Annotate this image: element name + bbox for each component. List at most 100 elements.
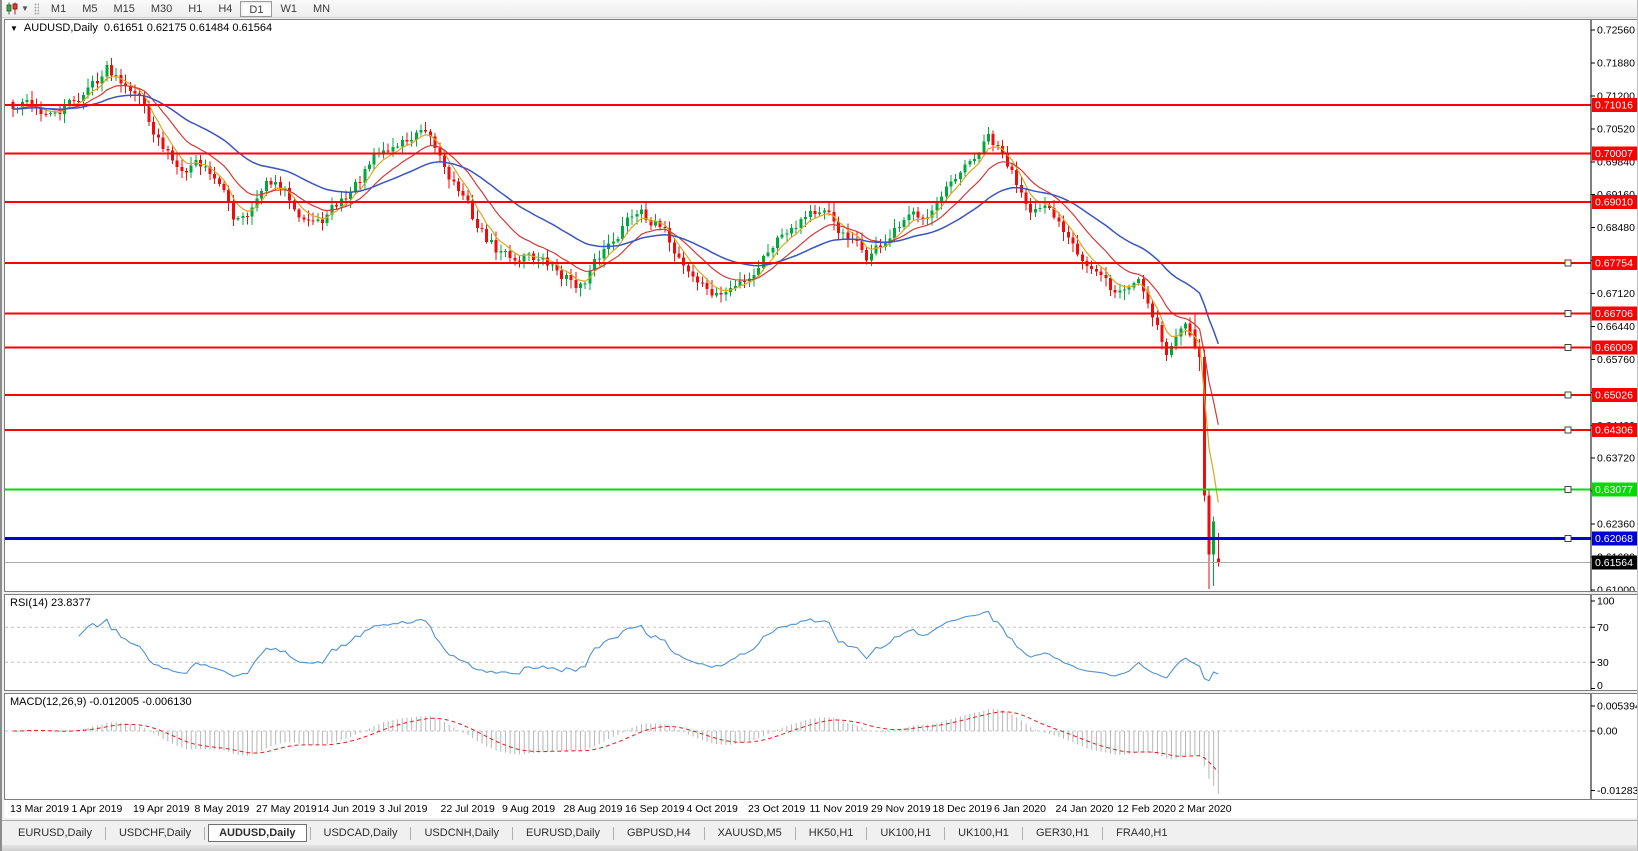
timeframe-button-d1[interactable]: D1 — [240, 1, 272, 17]
hline-handle — [1565, 260, 1571, 266]
svg-text:0.70007: 0.70007 — [1595, 148, 1633, 160]
svg-text:0.005394: 0.005394 — [1597, 701, 1637, 713]
svg-text:0.65026: 0.65026 — [1595, 389, 1633, 401]
rsi-label: RSI(14) 23.8377 — [10, 597, 91, 609]
svg-text:100: 100 — [1597, 596, 1615, 608]
time-axis-label: 9 Aug 2019 — [502, 803, 555, 815]
hline-handle — [1565, 311, 1571, 317]
svg-text:0.61564: 0.61564 — [1595, 557, 1633, 569]
chevron-down-icon: ▼ — [21, 4, 29, 13]
svg-text:0.62360: 0.62360 — [1597, 519, 1635, 531]
hline-0.67754[interactable] — [5, 260, 1591, 266]
time-axis-label: 11 Nov 2019 — [810, 803, 869, 815]
triangle-down-icon[interactable]: ▼ — [10, 24, 18, 33]
time-axis[interactable]: 13 Mar 20191 Apr 201919 Apr 20198 May 20… — [4, 800, 1638, 818]
hline-price-labels: 0.71016 0.70007 0.69010 0.67754 0.66706 0.660… — [1592, 98, 1637, 570]
chart-tab-gbpusd-h4-6[interactable]: GBPUSD,H4 — [617, 824, 701, 842]
svg-text:0.67120: 0.67120 — [1597, 288, 1635, 300]
svg-text:0.71880: 0.71880 — [1597, 57, 1635, 69]
time-axis-label: 19 Apr 2019 — [133, 803, 190, 815]
chart-tool-button[interactable]: ▼ — [2, 1, 32, 17]
hline-0.63077[interactable] — [5, 486, 1591, 492]
toolbar-grip[interactable] — [34, 3, 39, 15]
timeframe-button-m5[interactable]: M5 — [74, 1, 105, 17]
macd-panel[interactable]: 0.005394 0.00 -0.01283 MACD(12,26,9) -0.01… — [4, 693, 1638, 800]
svg-text:30: 30 — [1597, 657, 1609, 669]
chart-symbol-label: AUDUSD,Daily — [24, 22, 98, 34]
hline-0.65026[interactable] — [5, 392, 1591, 398]
candles — [12, 58, 1220, 589]
hline-0.64306[interactable] — [5, 427, 1591, 433]
candlestick-chart[interactable]: 0.725600.718800.712000.705200.698400.691… — [5, 20, 1637, 591]
svg-text:70: 70 — [1597, 622, 1609, 634]
tab-separator — [204, 827, 205, 840]
time-axis-label: 3 Jul 2019 — [379, 803, 427, 815]
time-axis-label: 13 Mar 2019 — [10, 803, 69, 815]
chart-tab-bar: EURUSD,Daily USDCHF,Daily AUDUSD,Daily USDC… — [2, 820, 1637, 845]
chart-tab-xauusd-m5-7[interactable]: XAUUSD,M5 — [708, 824, 792, 842]
timeframe-buttons: M1M5M15M30H1H4D1W1MN — [43, 1, 338, 17]
candlestick-chart-icon — [5, 2, 19, 15]
svg-text:0.66009: 0.66009 — [1595, 342, 1633, 354]
chart-tab-eurusd-daily-0[interactable]: EURUSD,Daily — [8, 824, 102, 842]
horizontal-lines — [5, 105, 1591, 541]
svg-text:0.69010: 0.69010 — [1595, 196, 1633, 208]
hline-handle — [1565, 392, 1571, 398]
time-axis-label: 8 May 2019 — [195, 803, 250, 815]
chart-tab-usdcnh-daily-4[interactable]: USDCNH,Daily — [414, 824, 509, 842]
timeframe-button-m30[interactable]: M30 — [143, 1, 180, 17]
chart-tab-usdcad-daily-3[interactable]: USDCAD,Daily — [314, 824, 408, 842]
hline-handle — [1565, 535, 1571, 541]
hline-0.62068[interactable] — [5, 535, 1591, 541]
svg-text:0.64306: 0.64306 — [1595, 424, 1633, 436]
tab-separator — [1102, 827, 1103, 840]
svg-text:0.61000: 0.61000 — [1597, 585, 1635, 592]
svg-text:0.66706: 0.66706 — [1595, 308, 1633, 320]
chart-ohlc-values: 0.61651 0.62175 0.61484 0.61564 — [104, 22, 272, 34]
time-axis-label: 29 Nov 2019 — [871, 803, 931, 815]
timeframe-button-m15[interactable]: M15 — [105, 1, 142, 17]
ma-slow-line — [13, 95, 1218, 344]
chart-tab-fra40-h1-12[interactable]: FRA40,H1 — [1106, 824, 1177, 842]
chart-tab-uk100-h1-10[interactable]: UK100,H1 — [948, 824, 1019, 842]
tab-separator — [105, 827, 106, 840]
chart-tab-hk50-h1-8[interactable]: HK50,H1 — [799, 824, 864, 842]
svg-text:0.71016: 0.71016 — [1595, 99, 1633, 111]
rsi-chart[interactable]: 10070300 — [5, 595, 1637, 690]
rsi-panel[interactable]: 10070300 RSI(14) 23.8377 — [4, 594, 1638, 691]
time-axis-label: 24 Jan 2020 — [1056, 803, 1114, 815]
timeframe-button-mn[interactable]: MN — [305, 1, 338, 17]
rsi-line — [79, 611, 1219, 680]
time-axis-label: 27 May 2019 — [256, 803, 317, 815]
svg-text:0.62068: 0.62068 — [1595, 533, 1633, 545]
timeframe-button-m1[interactable]: M1 — [43, 1, 74, 17]
timeframe-button-h1[interactable]: H1 — [180, 1, 210, 17]
tab-separator — [704, 827, 705, 840]
timeframe-button-h4[interactable]: H4 — [210, 1, 240, 17]
svg-text:0.63077: 0.63077 — [1595, 484, 1633, 496]
time-axis-label: 18 Dec 2019 — [933, 803, 993, 815]
hline-handle — [1565, 486, 1571, 492]
chart-tab-uk100-h1-9[interactable]: UK100,H1 — [870, 824, 941, 842]
macd-chart[interactable]: 0.005394 0.00 -0.01283 — [5, 694, 1637, 799]
time-axis-label: 14 Jun 2019 — [318, 803, 376, 815]
timeframe-button-w1[interactable]: W1 — [272, 1, 305, 17]
chart-tab-usdchf-daily-1[interactable]: USDCHF,Daily — [109, 824, 201, 842]
chart-tab-audusd-daily-2[interactable]: AUDUSD,Daily — [208, 824, 306, 842]
tab-separator — [795, 827, 796, 840]
hline-0.66009[interactable] — [5, 344, 1591, 350]
chart-tab-eurusd-daily-5[interactable]: EURUSD,Daily — [516, 824, 610, 842]
tab-separator — [310, 827, 311, 840]
ma-fast-line — [13, 76, 1218, 502]
chart-tab-ger30-h1-11[interactable]: GER30,H1 — [1026, 824, 1099, 842]
svg-text:0.67754: 0.67754 — [1595, 257, 1633, 269]
main-chart-panel[interactable]: 0.725600.718800.712000.705200.698400.691… — [4, 19, 1638, 592]
svg-text:-0.01283: -0.01283 — [1597, 785, 1637, 797]
svg-text:0.00: 0.00 — [1597, 726, 1618, 738]
time-axis-label: 12 Feb 2020 — [1117, 803, 1176, 815]
macd-label: MACD(12,26,9) -0.012005 -0.006130 — [10, 696, 192, 708]
time-axis-label: 4 Oct 2019 — [687, 803, 738, 815]
hline-0.66706[interactable] — [5, 311, 1591, 317]
time-axis-label: 6 Jan 2020 — [994, 803, 1046, 815]
svg-text:0.63720: 0.63720 — [1597, 453, 1635, 465]
